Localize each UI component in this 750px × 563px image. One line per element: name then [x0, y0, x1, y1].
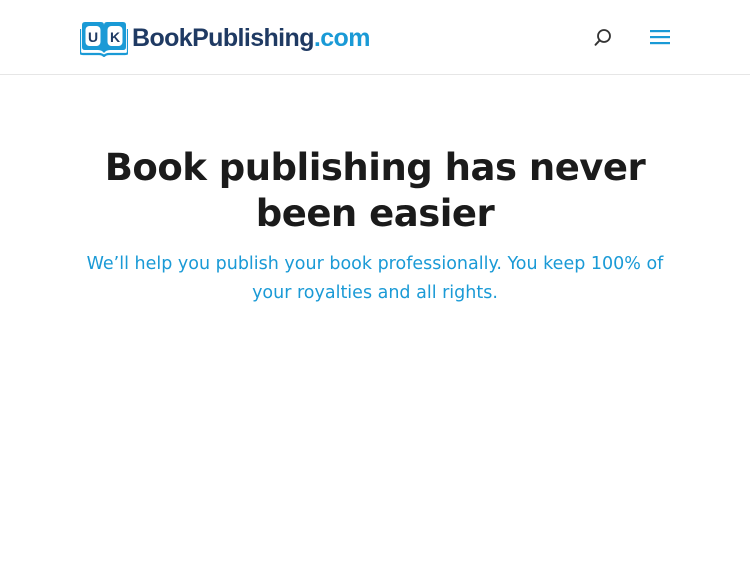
open-book-logo-icon: U K	[80, 22, 128, 57]
logo-letter-u: U	[88, 29, 98, 45]
hero-section: Book publishing has never been easier We…	[0, 145, 750, 308]
site-header: U K BookPublishing.com	[0, 0, 750, 75]
search-button[interactable]	[592, 27, 614, 49]
logo-wordmark: BookPublishing.com	[132, 24, 370, 53]
logo-letter-k: K	[110, 29, 120, 45]
logo-tld-text: .com	[313, 23, 371, 52]
logo-brand-text: BookPublishing	[132, 23, 314, 52]
site-logo[interactable]: U K BookPublishing.com	[80, 19, 370, 57]
hamburger-menu-icon	[650, 30, 670, 45]
hero-title: Book publishing has never been easier	[104, 146, 646, 235]
menu-button[interactable]	[648, 26, 672, 48]
hero-subtitle: We’ll help you publish your book profess…	[86, 254, 664, 303]
search-icon	[594, 29, 611, 46]
